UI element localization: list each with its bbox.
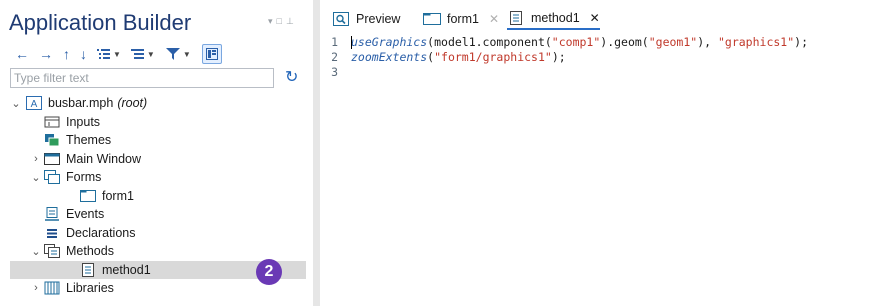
tree-item-label: busbar.mph	[48, 96, 114, 111]
form-icon	[80, 189, 96, 203]
expand-tree-button[interactable]: ▼	[92, 44, 126, 64]
tree-item-label: Forms	[66, 170, 102, 185]
declarations-icon	[44, 226, 60, 240]
chevron-right-icon[interactable]: ›	[28, 282, 44, 294]
filter-funnel-button[interactable]: ▼	[160, 44, 196, 64]
inputs-icon	[44, 115, 60, 129]
line-number: 2	[331, 49, 338, 64]
tree-item-themes[interactable]: Themes	[10, 131, 306, 150]
tree-item-main-window[interactable]: › Main Window	[10, 150, 306, 169]
tree-item-declarations[interactable]: Declarations	[10, 224, 306, 243]
code-line: 2 zoomExtents("form1/graphics1");	[320, 49, 884, 64]
tree-item-label: method1	[102, 262, 151, 277]
tree-item-label: Declarations	[66, 225, 136, 240]
tab-label: Preview	[356, 12, 401, 26]
tree-item-inputs[interactable]: Inputs	[10, 113, 306, 132]
chevron-down-icon: ▼	[113, 49, 121, 59]
themes-icon	[44, 133, 60, 147]
tab-method1[interactable]: method1 ✕	[507, 8, 600, 30]
preview-icon	[332, 11, 350, 27]
tab-bar: Preview form1 ✕ method1 ✕	[320, 0, 884, 32]
method-icon	[507, 10, 525, 26]
chevron-down-icon: ▼	[146, 49, 155, 59]
libraries-icon	[44, 281, 60, 295]
refresh-icon[interactable]: ↻	[285, 67, 298, 87]
tree-item-events[interactable]: Events	[10, 205, 306, 224]
chevron-down-icon[interactable]: ⌄	[28, 171, 44, 184]
arrow-left-icon: ←	[15, 46, 29, 62]
tree-item-forms[interactable]: ⌄ Forms	[10, 168, 306, 187]
collapse-tree-button[interactable]: ▼	[126, 44, 160, 64]
tab-preview[interactable]: Preview	[332, 8, 400, 30]
tree-item-root[interactable]: ⌄ A busbar.mph (root)	[10, 94, 306, 113]
tree-item-label: Main Window	[66, 151, 142, 166]
form-icon	[423, 11, 441, 27]
tree-item-form1[interactable]: form1	[10, 187, 306, 206]
app-root-icon: A	[26, 96, 42, 111]
tree-item-methods[interactable]: ⌄ Methods	[10, 242, 306, 261]
panel-window-controls[interactable]: ▾□⊥	[268, 16, 298, 27]
tree-toolbar: ← → ↑ ↓ ▼ ▼ ▼	[10, 43, 222, 65]
chevron-down-icon[interactable]: ▾	[268, 16, 277, 26]
code-editor[interactable]: 1 useGraphics(model1.component("comp1").…	[320, 34, 884, 306]
tab-label: method1	[531, 11, 580, 25]
tree-item-label: Events	[66, 207, 105, 222]
filter-row: ↻	[10, 68, 306, 88]
move-left-button[interactable]: ←	[10, 44, 34, 64]
method-icon	[80, 262, 96, 277]
close-icon[interactable]: ✕	[590, 11, 600, 25]
expand-list-icon	[97, 49, 110, 59]
move-up-button[interactable]: ↑	[58, 44, 75, 64]
editor-panel: Preview form1 ✕ method1 ✕ 1 useGraphics(…	[320, 0, 884, 306]
chevron-down-icon: ▼	[182, 49, 191, 59]
step-badge: 2	[256, 259, 282, 285]
methods-icon	[44, 244, 60, 259]
tab-form1[interactable]: form1 ✕	[423, 8, 499, 30]
tree-item-label: Inputs	[66, 114, 101, 129]
arrow-down-icon: ↓	[80, 46, 87, 62]
close-icon[interactable]: ✕	[489, 12, 499, 26]
forms-icon	[44, 170, 60, 185]
code-text: useGraphics(model1.component("comp1").ge…	[351, 34, 809, 49]
filter-input[interactable]	[10, 68, 274, 88]
svg-text:A: A	[31, 99, 38, 110]
tree-item-label: Methods	[66, 244, 114, 259]
text-cursor	[351, 35, 352, 49]
chevron-down-icon[interactable]: ⌄	[28, 245, 44, 258]
tree-item-suffix: (root)	[117, 96, 148, 111]
line-number: 3	[331, 64, 338, 79]
move-right-button[interactable]: →	[34, 44, 58, 64]
tree-item-label: Libraries	[66, 281, 114, 296]
panel-title: Application Builder	[9, 10, 192, 35]
tree-item-label: form1	[102, 188, 134, 203]
arrow-up-icon: ↑	[63, 46, 70, 62]
minimize-icon[interactable]: □	[277, 16, 286, 26]
application-builder-panel: Application Builder ▾□⊥ ← → ↑ ↓ ▼ ▼ ▼ ↻ …	[0, 0, 313, 306]
panel-splitter[interactable]	[313, 0, 320, 306]
pin-icon[interactable]: ⊥	[286, 16, 298, 26]
code-line: 1 useGraphics(model1.component("comp1").…	[320, 34, 884, 49]
window-icon	[44, 152, 60, 166]
funnel-icon	[165, 48, 180, 60]
line-number: 1	[331, 34, 338, 49]
collapse-list-icon	[130, 49, 144, 59]
tab-label: form1	[447, 12, 479, 26]
code-text: zoomExtents("form1/graphics1");	[351, 49, 566, 64]
chevron-right-icon[interactable]: ›	[28, 153, 44, 165]
events-icon	[44, 207, 60, 221]
arrow-right-icon: →	[39, 46, 53, 62]
panel-layout-icon	[205, 48, 218, 60]
chevron-down-icon[interactable]: ⌄	[10, 97, 22, 110]
tree-item-label: Themes	[66, 133, 112, 148]
code-line: 3	[320, 64, 884, 79]
toggle-view-button[interactable]	[201, 44, 222, 64]
move-down-button[interactable]: ↓	[75, 44, 92, 64]
